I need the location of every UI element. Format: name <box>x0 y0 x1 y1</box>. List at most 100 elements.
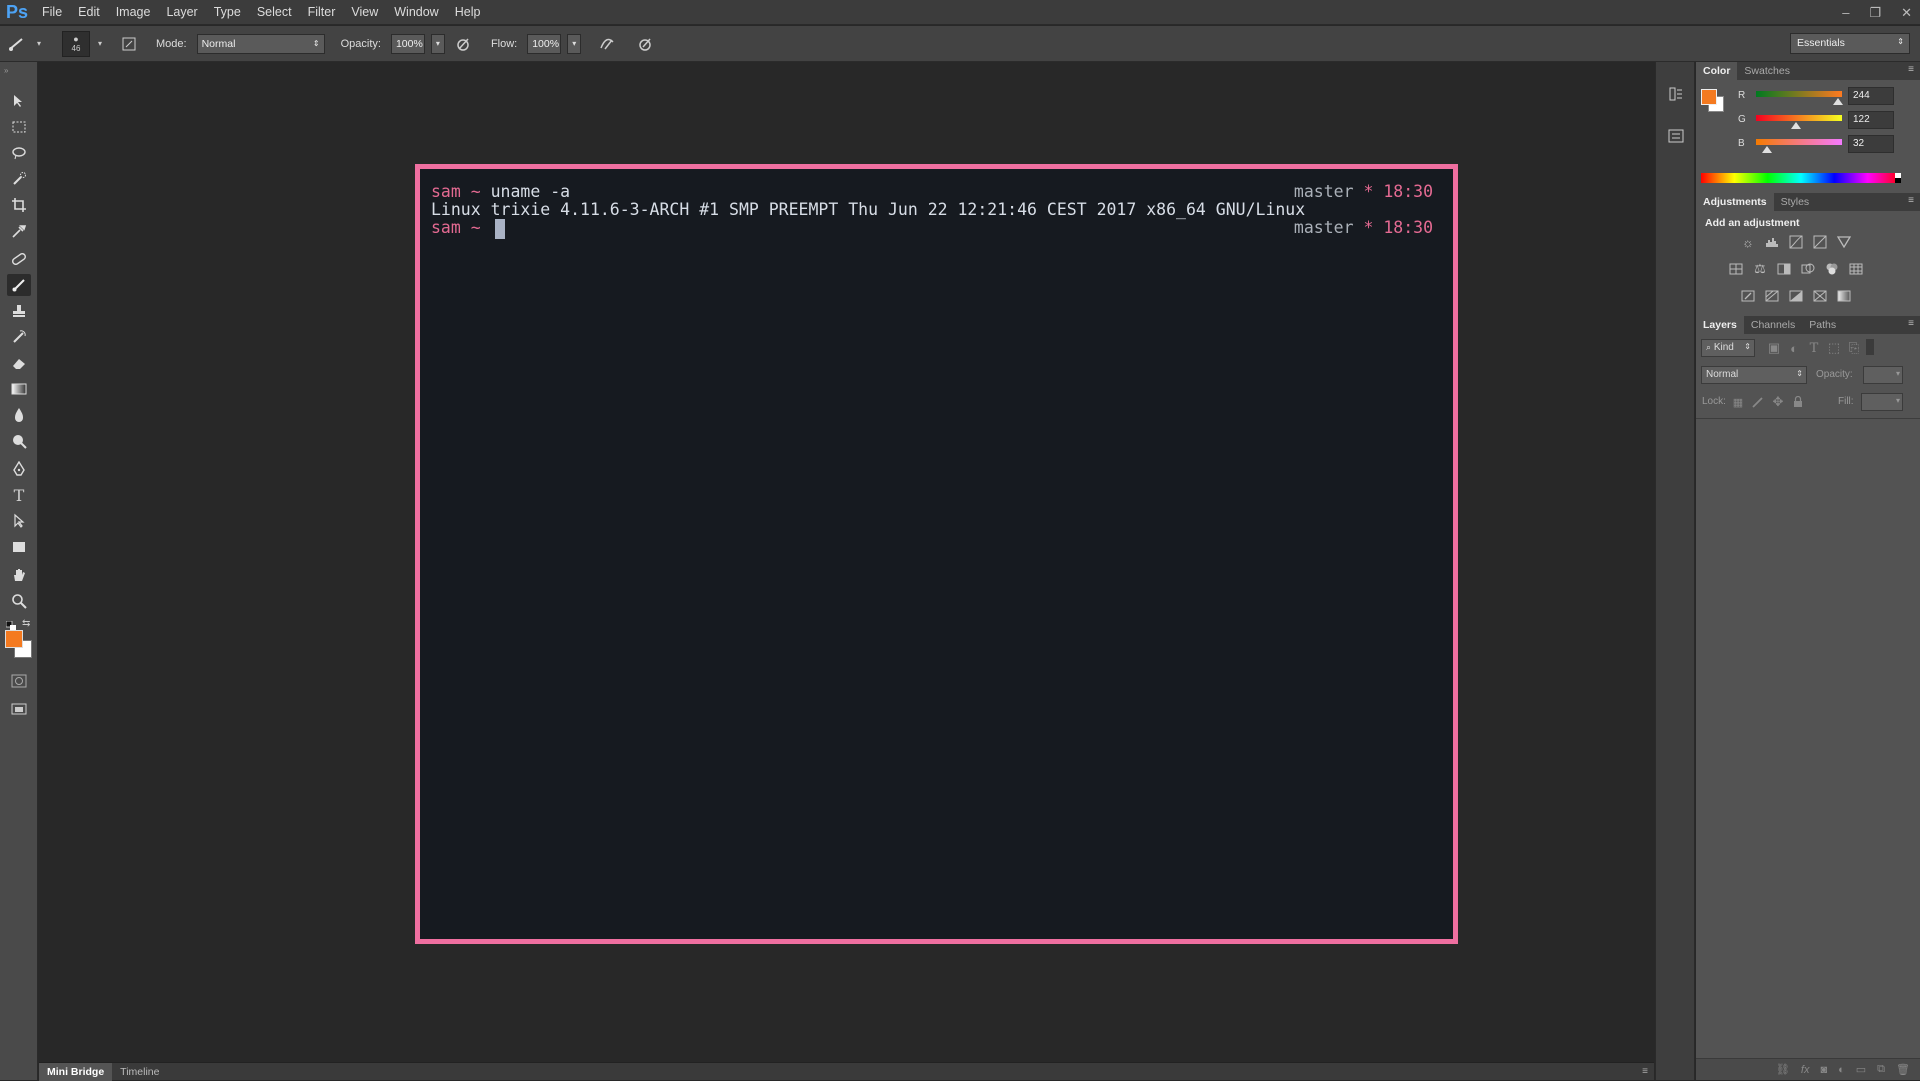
brush-panel-icon[interactable] <box>118 32 140 56</box>
red-value-input[interactable]: 244 <box>1848 87 1894 105</box>
black-chip[interactable] <box>1895 178 1901 183</box>
brush-tool-icon[interactable] <box>7 274 31 296</box>
lock-position-icon[interactable]: ✥ <box>1770 394 1786 410</box>
chevron-down-icon[interactable]: ▾ <box>1896 369 1900 378</box>
filter-toggle-switch[interactable] <box>1866 339 1874 355</box>
terminal-image[interactable]: sam ~ uname -a master * 18:30 Linux trix… <box>415 164 1458 944</box>
menu-window[interactable]: Window <box>386 0 446 25</box>
dodge-tool-icon[interactable] <box>7 430 31 452</box>
menu-edit[interactable]: Edit <box>70 0 108 25</box>
invert-icon[interactable] <box>1740 288 1756 304</box>
filter-shape-icon[interactable]: ⬚ <box>1826 340 1842 356</box>
trash-icon[interactable]: 🗑 <box>1896 1063 1910 1076</box>
blue-thumb[interactable] <box>1762 146 1772 153</box>
tab-adjustments[interactable]: Adjustments <box>1696 193 1774 211</box>
blend-mode-select[interactable]: Normal ⇕ <box>1701 366 1807 384</box>
eraser-tool-icon[interactable] <box>7 352 31 374</box>
minimize-button[interactable]: – <box>1842 5 1849 20</box>
panel-menu-icon[interactable]: ≡ <box>1908 318 1914 329</box>
history-panel-icon[interactable] <box>1668 86 1684 102</box>
exposure-icon[interactable] <box>1812 234 1828 250</box>
filter-smart-object-icon[interactable]: ⎘ <box>1846 340 1862 356</box>
menu-type[interactable]: Type <box>206 0 249 25</box>
tab-swatches[interactable]: Swatches <box>1737 62 1797 80</box>
layer-style-icon[interactable]: fx <box>1801 1064 1810 1076</box>
screen-mode-icon[interactable] <box>7 698 31 720</box>
brightness-contrast-icon[interactable]: ☼ <box>1740 234 1756 250</box>
path-selection-tool-icon[interactable] <box>7 510 31 532</box>
pen-tool-icon[interactable] <box>7 458 31 480</box>
healing-brush-tool-icon[interactable] <box>7 248 31 270</box>
levels-icon[interactable] <box>1764 234 1780 250</box>
flow-dropdown-icon[interactable]: ▾ <box>567 33 582 54</box>
chevron-down-icon[interactable]: ▾ <box>1896 396 1900 405</box>
tab-paths[interactable]: Paths <box>1802 316 1843 334</box>
color-balance-icon[interactable]: ⚖ <box>1752 261 1768 277</box>
color-lookup-icon[interactable] <box>1848 261 1864 277</box>
gradient-tool-icon[interactable] <box>7 378 31 400</box>
black-white-icon[interactable] <box>1776 261 1792 277</box>
airbrush-icon[interactable] <box>595 32 619 56</box>
marquee-tool-icon[interactable] <box>7 116 31 138</box>
posterize-icon[interactable] <box>1764 288 1780 304</box>
menu-help[interactable]: Help <box>447 0 489 25</box>
green-thumb[interactable] <box>1791 122 1801 129</box>
tab-mini-bridge[interactable]: Mini Bridge <box>39 1062 113 1081</box>
photo-filter-icon[interactable] <box>1800 261 1816 277</box>
selective-color-icon[interactable] <box>1812 288 1828 304</box>
curves-icon[interactable] <box>1788 234 1804 250</box>
panel-menu-icon[interactable]: ≡ <box>1908 64 1914 75</box>
pressure-size-icon[interactable] <box>633 32 657 56</box>
lasso-tool-icon[interactable] <box>7 142 31 164</box>
foreground-color-swatch[interactable] <box>5 630 23 648</box>
color-spectrum-ramp[interactable] <box>1701 173 1901 183</box>
new-group-icon[interactable]: ▭ <box>1856 1063 1866 1076</box>
restore-button[interactable]: ❐ <box>1869 5 1881 21</box>
tab-timeline[interactable]: Timeline <box>112 1063 167 1081</box>
lock-pixels-icon[interactable] <box>1750 394 1766 410</box>
tab-channels[interactable]: Channels <box>1744 316 1802 334</box>
gradient-map-icon[interactable] <box>1836 288 1852 304</box>
crop-tool-icon[interactable] <box>7 194 31 216</box>
red-track[interactable] <box>1756 91 1842 97</box>
tab-layers[interactable]: Layers <box>1696 316 1744 334</box>
menu-image[interactable]: Image <box>108 0 159 25</box>
properties-panel-icon[interactable] <box>1668 128 1684 144</box>
channel-mixer-icon[interactable] <box>1824 261 1840 277</box>
green-track[interactable] <box>1756 115 1842 121</box>
menu-select[interactable]: Select <box>249 0 300 25</box>
blue-value-input[interactable]: 32 <box>1848 135 1894 153</box>
brush-picker-dropdown-icon[interactable]: ▾ <box>96 32 104 56</box>
filter-adjustment-icon[interactable]: ◐ <box>1786 340 1802 356</box>
filter-type-icon[interactable]: T <box>1806 340 1822 356</box>
history-brush-tool-icon[interactable] <box>7 326 31 348</box>
lock-all-icon[interactable] <box>1790 394 1806 410</box>
red-thumb[interactable] <box>1833 98 1843 105</box>
close-button[interactable]: ✕ <box>1901 5 1912 21</box>
panel-menu-icon[interactable]: ≡ <box>1908 195 1914 206</box>
green-value-input[interactable]: 122 <box>1848 111 1894 129</box>
default-colors-icon[interactable] <box>5 620 16 631</box>
blue-track[interactable] <box>1756 139 1842 145</box>
quick-selection-tool-icon[interactable] <box>7 168 31 190</box>
quick-mask-icon[interactable] <box>7 670 31 692</box>
hue-saturation-icon[interactable] <box>1728 261 1744 277</box>
clone-stamp-tool-icon[interactable] <box>7 300 31 322</box>
link-layers-icon[interactable]: ⛓ <box>1776 1063 1790 1076</box>
menu-view[interactable]: View <box>343 0 386 25</box>
collapse-toolbar-icon[interactable]: » <box>4 66 8 75</box>
add-mask-icon[interactable]: ◙ <box>1820 1064 1827 1076</box>
menu-filter[interactable]: Filter <box>300 0 344 25</box>
filter-pixel-icon[interactable]: ▣ <box>1766 340 1782 356</box>
threshold-icon[interactable] <box>1788 288 1804 304</box>
layer-filter-kind-select[interactable]: ⌕ Kind ⇕ <box>1701 339 1755 357</box>
lock-transparency-icon[interactable]: ▦ <box>1730 394 1746 410</box>
opacity-input[interactable]: 100% <box>390 33 425 54</box>
flow-input[interactable]: 100% <box>527 33 562 54</box>
new-adjustment-layer-icon[interactable]: ◐ <box>1838 1064 1845 1076</box>
menu-layer[interactable]: Layer <box>158 0 205 25</box>
brush-size-picker[interactable]: ● 46 <box>62 30 90 57</box>
tab-color[interactable]: Color <box>1696 62 1738 80</box>
rectangle-tool-icon[interactable] <box>7 536 31 558</box>
zoom-tool-icon[interactable] <box>7 590 31 612</box>
